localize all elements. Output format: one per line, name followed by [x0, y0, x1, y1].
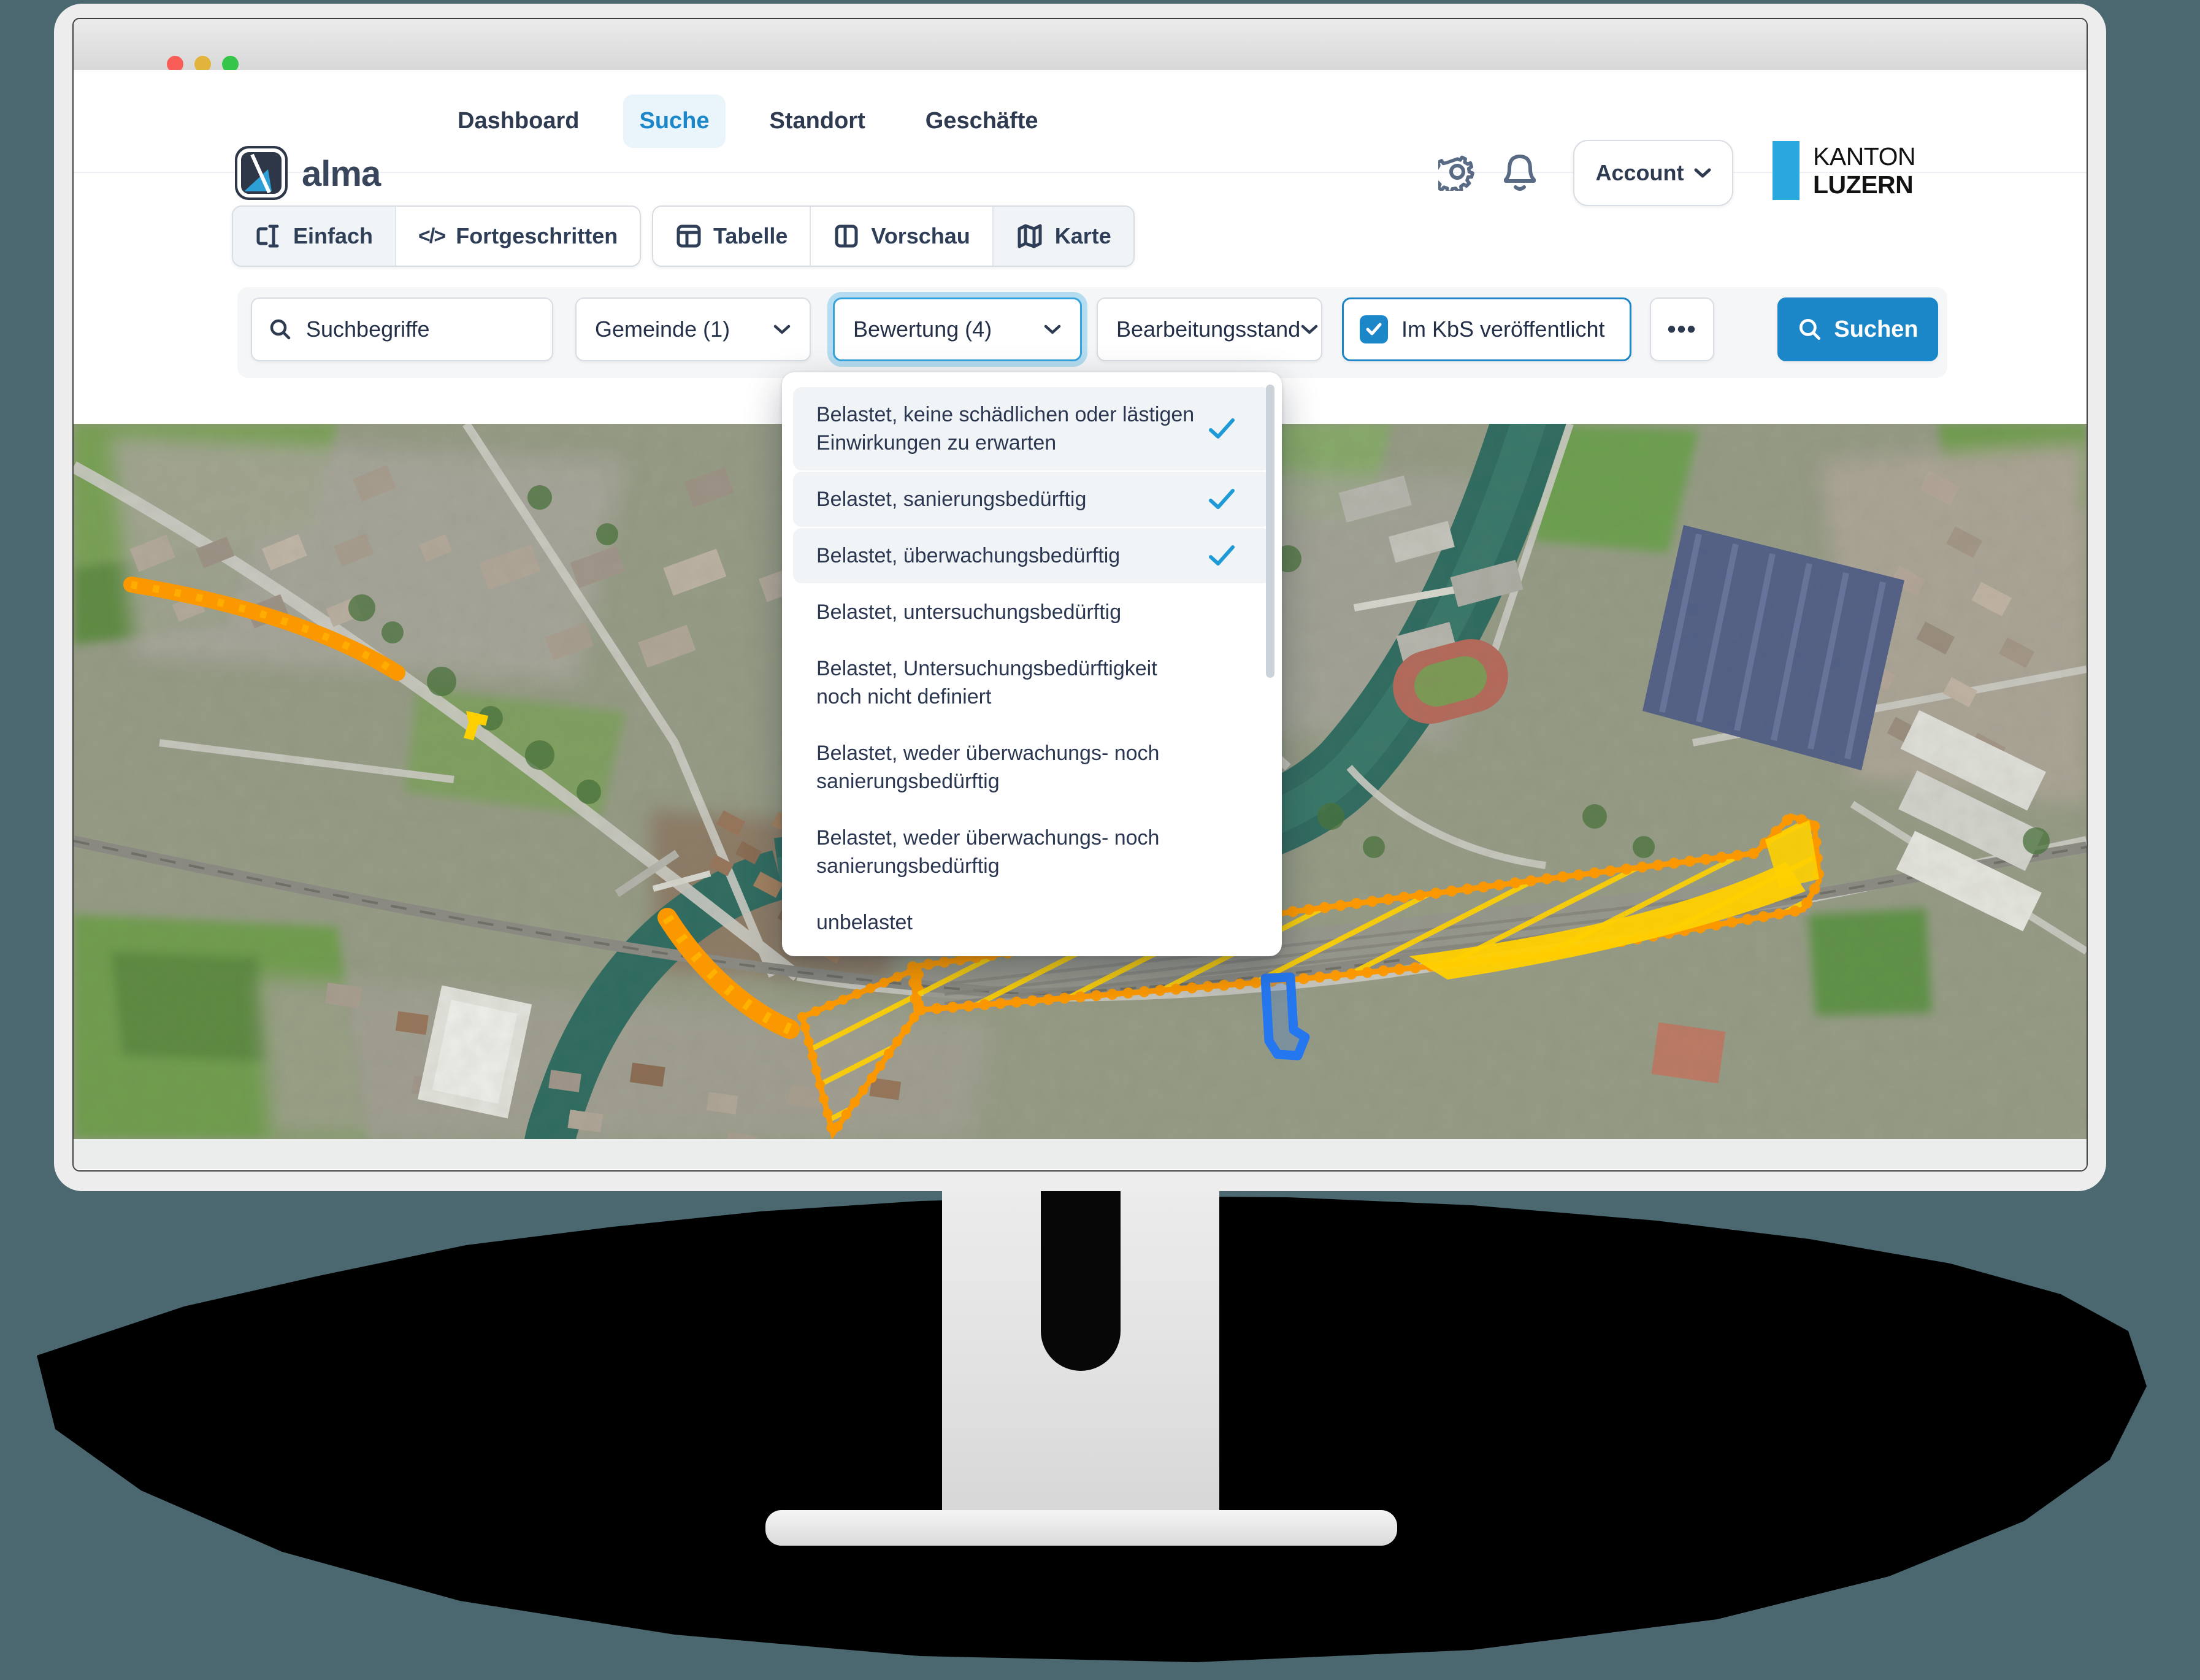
account-label: Account — [1596, 160, 1684, 186]
dropdown-option[interactable]: Belastet, weder überwachungs- noch sanie… — [793, 726, 1271, 809]
dropdown-option-label: Belastet, sanierungsbedürftig — [816, 488, 1086, 511]
dropdown-option-label: Belastet, weder überwachungs- noch sanie… — [816, 742, 1159, 793]
alma-logo-icon — [234, 145, 289, 201]
check-icon — [1208, 545, 1235, 567]
ellipsis-icon: ••• — [1667, 316, 1696, 343]
view-toggle-group: Tabelle Vorschau Karte — [652, 205, 1135, 267]
search-submit-button[interactable]: Suchen — [1777, 297, 1938, 361]
bewertung-filter-label: Bewertung (4) — [853, 316, 992, 342]
search-icon — [268, 317, 293, 342]
main-nav: Dashboard Suche Standort Geschäfte — [442, 70, 1054, 172]
search-submit-label: Suchen — [1834, 316, 1918, 343]
view-toggle-label: Karte — [1055, 223, 1111, 249]
search-input[interactable] — [305, 316, 536, 343]
more-filters-button[interactable]: ••• — [1650, 297, 1714, 361]
gemeinde-filter-label: Gemeinde (1) — [595, 316, 730, 342]
dropdown-option-label: Belastet, weder überwachungs- noch sanie… — [816, 826, 1159, 878]
dropdown-option[interactable]: Belastet, untersuchungsbedürftig — [793, 585, 1271, 640]
dropdown-option[interactable]: Belastet, keine schädlichen oder lästige… — [793, 387, 1271, 470]
filter-bar: Gemeinde (1) Bewertung (4) Bearbeitungss… — [237, 287, 1947, 378]
mode-toggle-einfach[interactable]: Einfach — [233, 207, 396, 266]
code-icon: </> — [418, 224, 445, 248]
dropdown-scrollbar-thumb[interactable] — [1266, 385, 1274, 678]
browser-bottom-strip — [74, 1139, 2087, 1169]
table-icon — [675, 223, 702, 250]
dropdown-option-label: Belastet, Untersuchungsbedürftigkeit noc… — [816, 657, 1157, 708]
brand-name: alma — [302, 153, 380, 194]
view-toggle-vorschau[interactable]: Vorschau — [811, 207, 993, 266]
bell-icon[interactable] — [1501, 152, 1539, 192]
dropdown-option[interactable]: Belastet, weder überwachungs- noch sanie… — [793, 810, 1271, 894]
dropdown-option-label: unbelastet — [816, 911, 913, 934]
browser-window: alma Dashboard Suche Standort Geschäfte — [72, 18, 2088, 1172]
search-icon — [1797, 316, 1823, 342]
kbs-published-toggle[interactable]: Im KbS veröffentlicht — [1342, 297, 1631, 361]
dropdown-option[interactable]: Belastet, überwachungsbedürftig — [793, 528, 1271, 583]
view-toggle-karte[interactable]: Karte — [994, 207, 1133, 266]
dropdown-option-label: Belastet, überwachungsbedürftig — [816, 544, 1120, 567]
dropdown-option[interactable]: Belastet, Untersuchungsbedürftigkeit noc… — [793, 641, 1271, 724]
split-view-icon — [833, 223, 860, 250]
kanton-logo-bar — [1773, 141, 1799, 200]
bearbeitungsstand-filter-label: Bearbeitungsstand — [1116, 316, 1300, 342]
monitor-stand-base — [765, 1510, 1397, 1546]
nav-item-dashboard[interactable]: Dashboard — [442, 94, 595, 148]
mode-toggle-label: Einfach — [293, 223, 373, 249]
check-icon — [1208, 488, 1235, 510]
kanton-luzern-logo: KANTON LUZERN — [1773, 141, 1915, 200]
dropdown-option-label: Belastet, untersuchungsbedürftig — [816, 600, 1121, 624]
account-button[interactable]: Account — [1573, 140, 1733, 206]
kanton-line1: KANTON — [1813, 142, 1915, 171]
dropdown-option-label: Belastet, keine schädlichen oder lästige… — [816, 403, 1194, 455]
chevron-down-icon — [773, 323, 791, 336]
browser-title-bar — [74, 19, 2087, 71]
map-icon — [1016, 223, 1044, 250]
chevron-down-icon — [1043, 323, 1062, 336]
kanton-line2: LUZERN — [1813, 171, 1915, 199]
monitor-stand-column — [942, 1184, 1219, 1515]
gear-icon[interactable] — [1438, 153, 1476, 191]
monitor-frame: alma Dashboard Suche Standort Geschäfte — [54, 4, 2106, 1191]
text-cursor-icon — [255, 223, 282, 250]
mode-toggle-label: Fortgeschritten — [456, 223, 618, 249]
checkbox-checked-icon — [1360, 315, 1388, 343]
chevron-down-icon — [1694, 167, 1711, 178]
view-toggle-label: Vorschau — [871, 223, 970, 249]
view-toggle-tabelle[interactable]: Tabelle — [653, 207, 811, 266]
view-toggle-label: Tabelle — [713, 223, 788, 249]
bewertung-dropdown: Belastet, keine schädlichen oder lästige… — [782, 372, 1282, 956]
nav-item-geschaefte[interactable]: Geschäfte — [910, 94, 1054, 148]
mode-toggle-fortgeschritten[interactable]: </> Fortgeschritten — [396, 207, 640, 266]
dropdown-option[interactable]: unbelastet — [793, 895, 1271, 950]
gemeinde-filter-button[interactable]: Gemeinde (1) — [575, 297, 811, 361]
check-icon — [1208, 418, 1235, 440]
bewertung-filter-button[interactable]: Bewertung (4) — [833, 297, 1082, 361]
kbs-published-label: Im KbS veröffentlicht — [1401, 316, 1605, 342]
dropdown-scrollbar — [1266, 385, 1274, 937]
dropdown-option[interactable]: Belastet, sanierungsbedürftig — [793, 472, 1271, 527]
chevron-down-icon — [1300, 323, 1319, 336]
app-header: alma Dashboard Suche Standort Geschäfte — [74, 70, 2087, 173]
bearbeitungsstand-filter-button[interactable]: Bearbeitungsstand — [1097, 297, 1322, 361]
nav-item-standort[interactable]: Standort — [754, 94, 881, 148]
search-input-wrapper — [251, 297, 553, 361]
nav-item-suche[interactable]: Suche — [623, 94, 725, 148]
mode-toggle-group: Einfach </> Fortgeschritten — [232, 205, 641, 267]
monitor-stand-notch — [1041, 1184, 1121, 1371]
